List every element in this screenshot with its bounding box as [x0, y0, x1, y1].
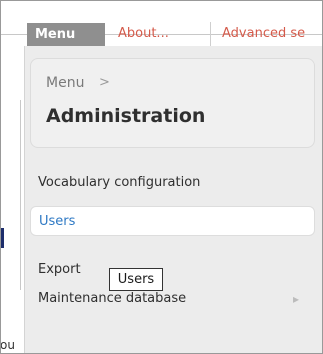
tooltip: Users [109, 268, 163, 291]
menu-item-export[interactable]: Export [30, 255, 315, 285]
menu-item-label: Users [39, 214, 76, 229]
page-divider [20, 100, 21, 290]
menu-item-label: Export [38, 262, 81, 277]
menu-item-vocabulary-configuration[interactable]: Vocabulary configuration [30, 168, 315, 198]
background-text-fragment: ou [0, 338, 15, 352]
app-window: Menu About... Advanced se ou Menu > Admi… [0, 0, 323, 354]
dropdown-menu-panel: Menu > Administration Vocabulary configu… [24, 46, 323, 354]
menu-section-title: Administration [46, 105, 206, 127]
tab-menu[interactable]: Menu [27, 23, 105, 46]
breadcrumb-separator-icon: > [99, 75, 110, 90]
tab-advanced-search[interactable]: Advanced se [210, 22, 323, 46]
menu-item-label: Maintenance database [38, 291, 187, 306]
breadcrumb: Menu > Administration [30, 58, 315, 148]
submenu-arrow-icon: ▸ [292, 292, 299, 306]
menu-item-users[interactable]: Users [30, 206, 315, 236]
breadcrumb-parent-link[interactable]: Menu [46, 75, 84, 91]
top-tab-bar: Menu About... Advanced se [0, 0, 323, 46]
background-page-fragment [0, 228, 4, 248]
menu-item-label: Vocabulary configuration [38, 175, 201, 190]
menu-item-maintenance-database[interactable]: Maintenance database ▸ [30, 284, 315, 314]
tab-about[interactable]: About... [118, 22, 202, 46]
